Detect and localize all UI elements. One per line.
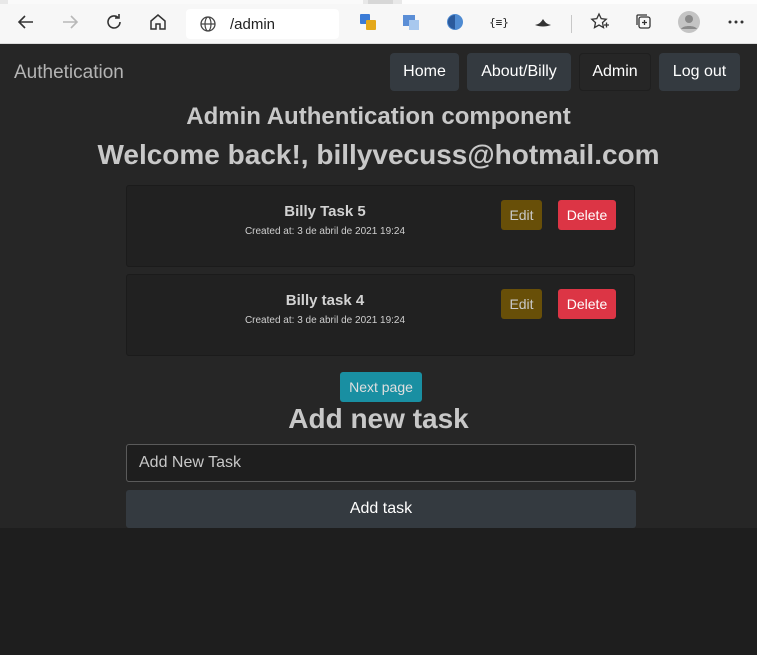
collections-icon[interactable] bbox=[630, 8, 658, 36]
home-icon[interactable] bbox=[144, 8, 172, 36]
delete-button[interactable]: Delete bbox=[558, 289, 616, 319]
refresh-icon[interactable] bbox=[100, 8, 128, 36]
edit-button[interactable]: Edit bbox=[501, 289, 542, 319]
nav-home-button[interactable]: Home bbox=[390, 53, 459, 91]
tab-strip bbox=[0, 0, 757, 4]
globe-icon bbox=[199, 15, 217, 33]
translate-icon[interactable] bbox=[354, 8, 382, 36]
extension-circle-icon[interactable] bbox=[441, 8, 469, 36]
delete-button[interactable]: Delete bbox=[558, 200, 616, 230]
extension-hat-icon[interactable] bbox=[529, 8, 557, 36]
nav-logout-button[interactable]: Log out bbox=[659, 53, 740, 91]
task-card: Billy task 4 Created at: 3 de abril de 2… bbox=[126, 274, 635, 356]
welcome-message: Welcome back!, billyvecuss@hotmail.com bbox=[97, 139, 660, 170]
add-task-heading: Add new task bbox=[288, 403, 469, 434]
task-title: Billy task 4 bbox=[285, 292, 365, 309]
toolbar-separator bbox=[571, 15, 572, 33]
brand-title[interactable]: Authetication bbox=[14, 62, 124, 84]
edit-button[interactable]: Edit bbox=[501, 200, 542, 230]
tab-current[interactable] bbox=[8, 0, 363, 4]
new-task-input[interactable] bbox=[126, 444, 636, 482]
task-title: Billy Task 5 bbox=[284, 203, 366, 220]
url-text: /admin bbox=[230, 15, 276, 33]
browser-toolbar: /admin {≡} bbox=[0, 0, 757, 44]
nav-about-button[interactable]: About/Billy bbox=[467, 53, 571, 91]
address-bar[interactable]: /admin bbox=[186, 9, 339, 39]
task-created-date: Created at: 3 de abril de 2021 19:24 bbox=[244, 315, 406, 326]
tab-new[interactable] bbox=[402, 0, 757, 4]
json-formatter-icon[interactable]: {≡} bbox=[485, 8, 513, 36]
page-title: Admin Authentication component bbox=[186, 103, 571, 130]
next-page-button[interactable]: Next page bbox=[340, 372, 422, 402]
nav-admin-button[interactable]: Admin bbox=[579, 53, 651, 91]
forward-icon[interactable] bbox=[56, 8, 84, 36]
favorites-icon[interactable] bbox=[586, 8, 614, 36]
back-icon[interactable] bbox=[12, 8, 40, 36]
translator-extension-icon[interactable] bbox=[397, 8, 425, 36]
tab-other[interactable] bbox=[368, 0, 393, 4]
admin-container: Admin Authentication component Welcome b… bbox=[0, 101, 757, 528]
more-options-icon[interactable] bbox=[722, 8, 750, 36]
profile-avatar-icon[interactable] bbox=[675, 8, 703, 36]
add-task-button[interactable]: Add task bbox=[126, 490, 636, 528]
task-card: Billy Task 5 Created at: 3 de abril de 2… bbox=[126, 185, 635, 267]
task-created-date: Created at: 3 de abril de 2021 19:24 bbox=[244, 226, 406, 237]
